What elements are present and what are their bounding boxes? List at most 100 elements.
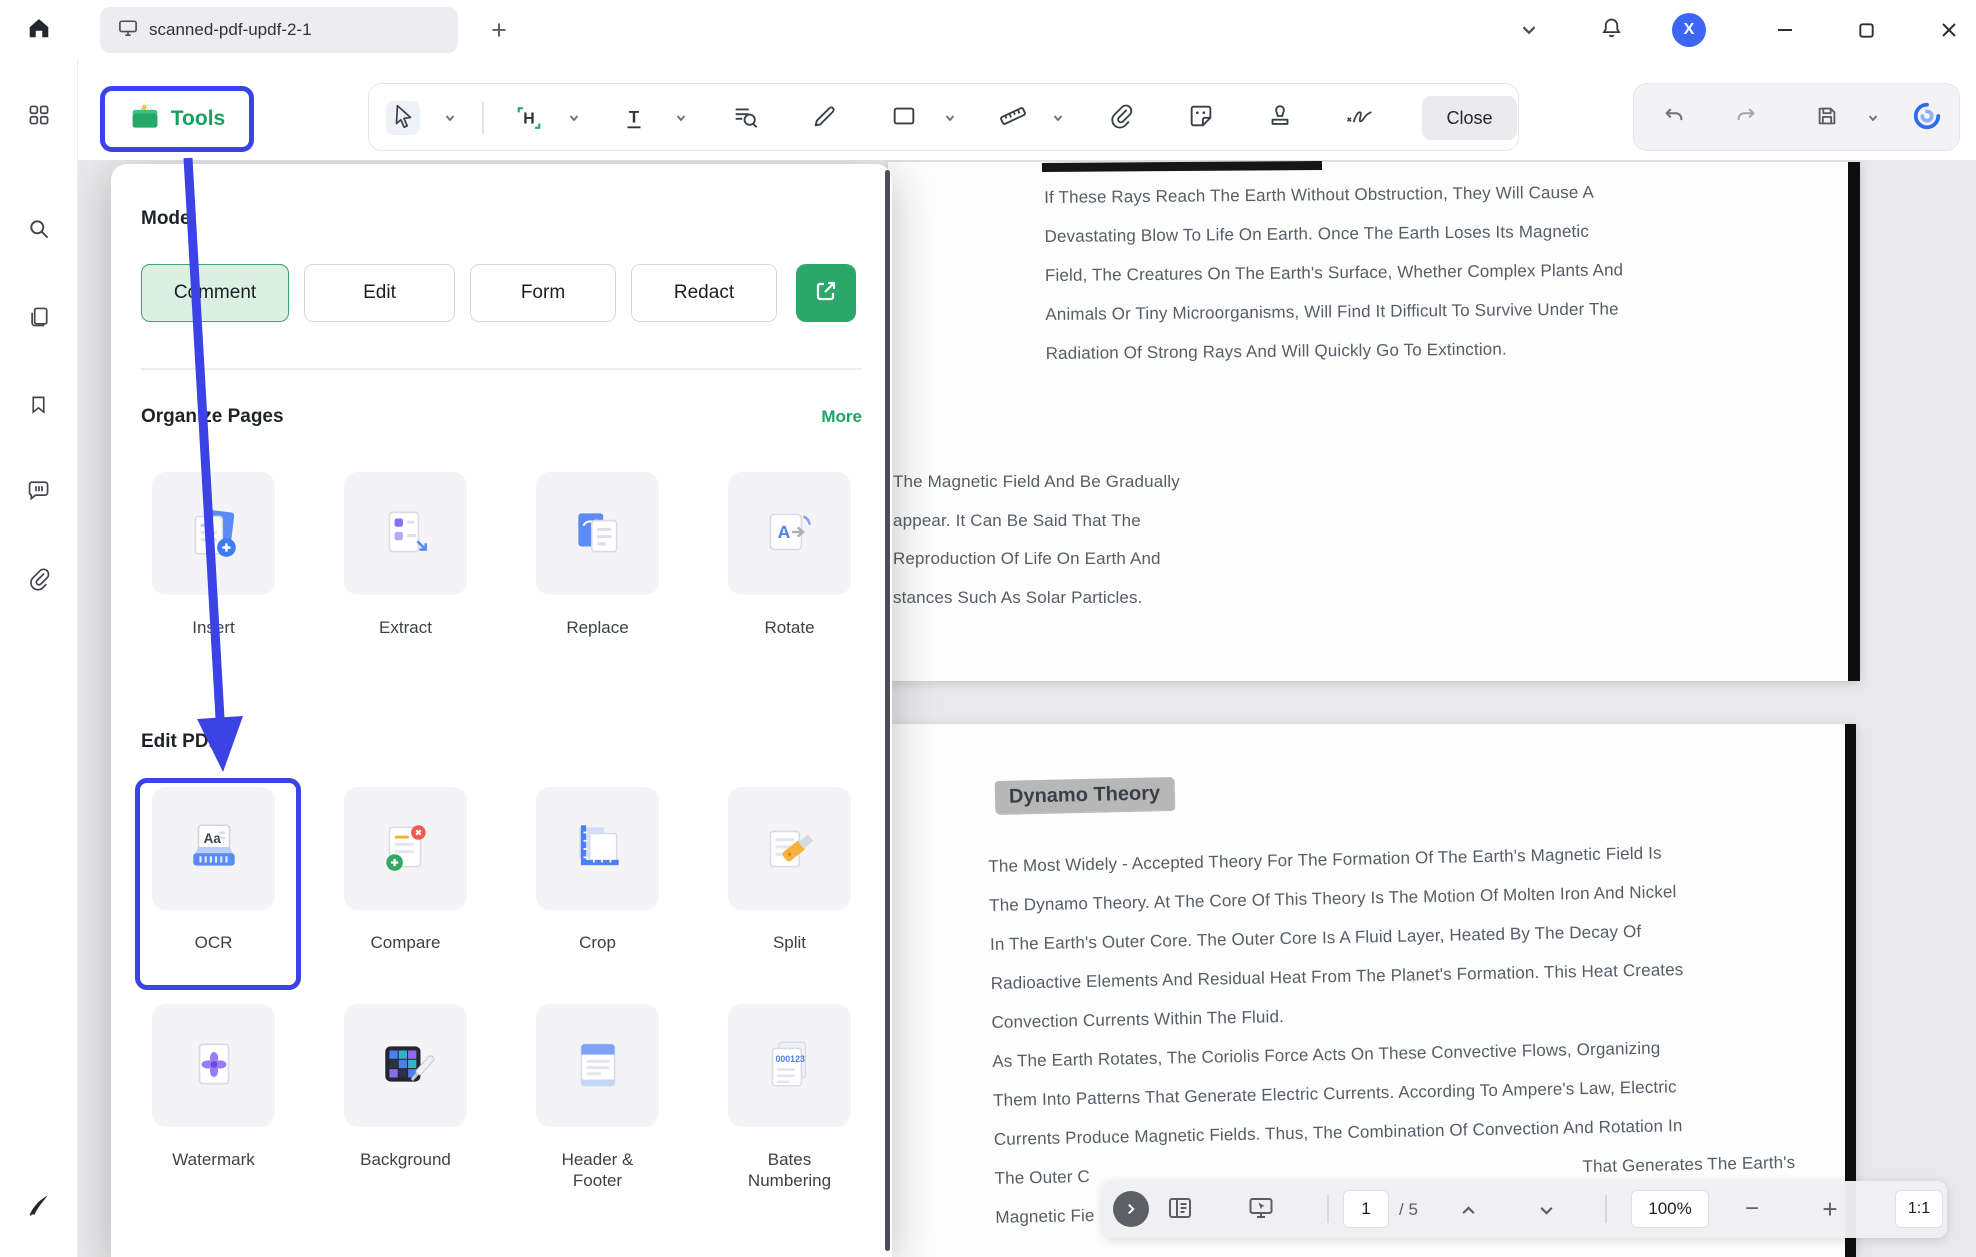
tool-label: Bates Numbering bbox=[731, 1149, 849, 1191]
measure-tool-button[interactable] bbox=[996, 101, 1030, 135]
shape-tool-dropdown[interactable] bbox=[944, 112, 956, 124]
sidebar-item-apps[interactable] bbox=[17, 95, 61, 139]
close-tools-button[interactable]: Close bbox=[1422, 96, 1517, 140]
organize-pages-header: Organize Pages More bbox=[141, 406, 862, 428]
redo-button[interactable] bbox=[1729, 101, 1763, 135]
save-options-dropdown[interactable] bbox=[1867, 112, 1879, 124]
main-toolbar: Tools H T bbox=[78, 60, 1976, 160]
actual-size-button[interactable]: 1:1 bbox=[1895, 1190, 1943, 1228]
edit-pdf-title: Edit PDF bbox=[141, 731, 220, 753]
sidebar-item-bookmarks[interactable] bbox=[17, 385, 61, 429]
shape-tool-button[interactable] bbox=[887, 101, 921, 135]
rectangle-icon bbox=[890, 102, 918, 135]
scan-artifact-right bbox=[1848, 162, 1860, 681]
pen-tool-button[interactable] bbox=[808, 101, 842, 135]
minimize-button[interactable] bbox=[1768, 13, 1802, 47]
summarize-icon bbox=[731, 102, 759, 135]
text-tool-dropdown[interactable] bbox=[675, 112, 687, 124]
select-tool-dropdown[interactable] bbox=[444, 112, 456, 124]
sidebar-item-pages[interactable] bbox=[17, 297, 61, 341]
comment-bubble-icon bbox=[27, 478, 51, 507]
sidebar-item-search[interactable] bbox=[17, 209, 61, 253]
tools-button[interactable]: Tools bbox=[100, 86, 254, 152]
page1-fragment: Reproduction Of Life On Earth And bbox=[893, 539, 1223, 578]
tool-split[interactable]: Split bbox=[728, 787, 851, 953]
sidebar-item-comments[interactable] bbox=[17, 470, 61, 514]
page-number-input[interactable]: 1 bbox=[1343, 1190, 1389, 1228]
page1-line: Radiation Of Strong Rays And Will Quickl… bbox=[1045, 327, 1745, 373]
new-tab-button[interactable]: + bbox=[482, 13, 516, 47]
edit-pdf-tools-grid: Aa OCR Compare Crop Split bbox=[152, 787, 892, 1191]
summarize-tool-button[interactable] bbox=[728, 101, 762, 135]
mode-comment-button[interactable]: Comment bbox=[141, 264, 289, 322]
ai-assistant-button[interactable] bbox=[1910, 101, 1944, 135]
tool-crop[interactable]: Crop bbox=[536, 787, 659, 953]
organize-pages-title: Organize Pages bbox=[141, 406, 284, 428]
toolbar-divider bbox=[482, 101, 484, 135]
rotate-icon: A bbox=[728, 472, 851, 595]
sticker-tool-button[interactable] bbox=[1184, 101, 1218, 135]
thumbnail-view-button[interactable] bbox=[1166, 1196, 1194, 1224]
tool-compare[interactable]: Compare bbox=[344, 787, 467, 953]
annotation-toolbar: H T bbox=[368, 83, 1519, 151]
zoom-out-button[interactable]: − bbox=[1737, 1194, 1767, 1224]
close-window-button[interactable] bbox=[1932, 13, 1966, 47]
maximize-button[interactable] bbox=[1849, 13, 1883, 47]
zoom-level-input[interactable]: 100% bbox=[1631, 1190, 1709, 1228]
zoom-in-button[interactable]: + bbox=[1815, 1194, 1845, 1224]
tool-header-footer[interactable]: Header & Footer bbox=[536, 1004, 659, 1191]
attach-file-button[interactable] bbox=[1104, 101, 1138, 135]
undo-icon bbox=[1662, 104, 1686, 133]
measure-tool-dropdown[interactable] bbox=[1052, 112, 1064, 124]
home-button[interactable] bbox=[0, 0, 78, 60]
next-page-button[interactable] bbox=[1533, 1197, 1559, 1223]
paperclip-icon bbox=[1108, 103, 1134, 134]
page1-line: Devastating Blow To Life On Earth. Once … bbox=[1044, 210, 1744, 256]
header-footer-icon bbox=[536, 1004, 659, 1127]
display-icon bbox=[1248, 1195, 1274, 1226]
toolbox-icon bbox=[129, 101, 161, 138]
highlight-tool-dropdown[interactable] bbox=[568, 112, 580, 124]
highlight-tool-button[interactable]: H bbox=[512, 101, 546, 135]
signature-tool-button[interactable] bbox=[1342, 101, 1376, 135]
collapse-panel-button[interactable] bbox=[1113, 1191, 1149, 1227]
organize-more-link[interactable]: More bbox=[821, 407, 862, 427]
tool-watermark[interactable]: Watermark bbox=[152, 1004, 275, 1191]
tool-label: Split bbox=[731, 932, 849, 953]
tool-background[interactable]: Background bbox=[344, 1004, 467, 1191]
mode-form-button[interactable]: Form bbox=[470, 264, 616, 322]
replace-icon bbox=[536, 472, 659, 595]
mode-redact-button[interactable]: Redact bbox=[631, 264, 777, 322]
tool-replace[interactable]: Replace bbox=[536, 472, 659, 638]
extract-icon bbox=[344, 472, 467, 595]
save-button[interactable] bbox=[1810, 101, 1844, 135]
undo-button[interactable] bbox=[1657, 101, 1691, 135]
title-bar: scanned-pdf-updf-2-1 + X bbox=[0, 0, 1976, 60]
tab-title: scanned-pdf-updf-2-1 bbox=[149, 20, 312, 40]
tool-bates-numbering[interactable]: 000123 Bates Numbering bbox=[728, 1004, 851, 1191]
tool-extract[interactable]: Extract bbox=[344, 472, 467, 638]
sidebar-item-sign[interactable] bbox=[17, 1185, 61, 1229]
tool-label: Extract bbox=[347, 617, 465, 638]
tools-panel: Mode Comment Edit Form Redact Organize P… bbox=[111, 164, 892, 1257]
tool-insert[interactable]: Insert bbox=[152, 472, 275, 638]
tool-ocr[interactable]: Aa OCR bbox=[152, 787, 275, 953]
panel-scrollbar[interactable] bbox=[885, 170, 890, 1251]
mode-edit-button[interactable]: Edit bbox=[304, 264, 455, 322]
open-in-new-window-button[interactable] bbox=[796, 264, 856, 322]
mode-section-label: Mode bbox=[141, 208, 892, 230]
presentation-mode-button[interactable] bbox=[1247, 1196, 1275, 1224]
select-tool-button[interactable] bbox=[386, 101, 420, 135]
tab-list-dropdown-button[interactable] bbox=[1512, 13, 1546, 47]
notifications-button[interactable] bbox=[1594, 13, 1628, 47]
document-tab[interactable]: scanned-pdf-updf-2-1 bbox=[100, 7, 458, 53]
monitor-icon bbox=[118, 19, 138, 42]
previous-page-button[interactable] bbox=[1455, 1197, 1481, 1223]
sidebar-item-attachments[interactable] bbox=[17, 559, 61, 603]
tool-rotate[interactable]: A Rotate bbox=[728, 472, 851, 638]
text-tool-button[interactable]: T bbox=[617, 101, 651, 135]
insert-icon bbox=[152, 472, 275, 595]
user-avatar[interactable]: X bbox=[1672, 13, 1706, 47]
tool-label: Rotate bbox=[731, 617, 849, 638]
stamp-tool-button[interactable] bbox=[1263, 101, 1297, 135]
